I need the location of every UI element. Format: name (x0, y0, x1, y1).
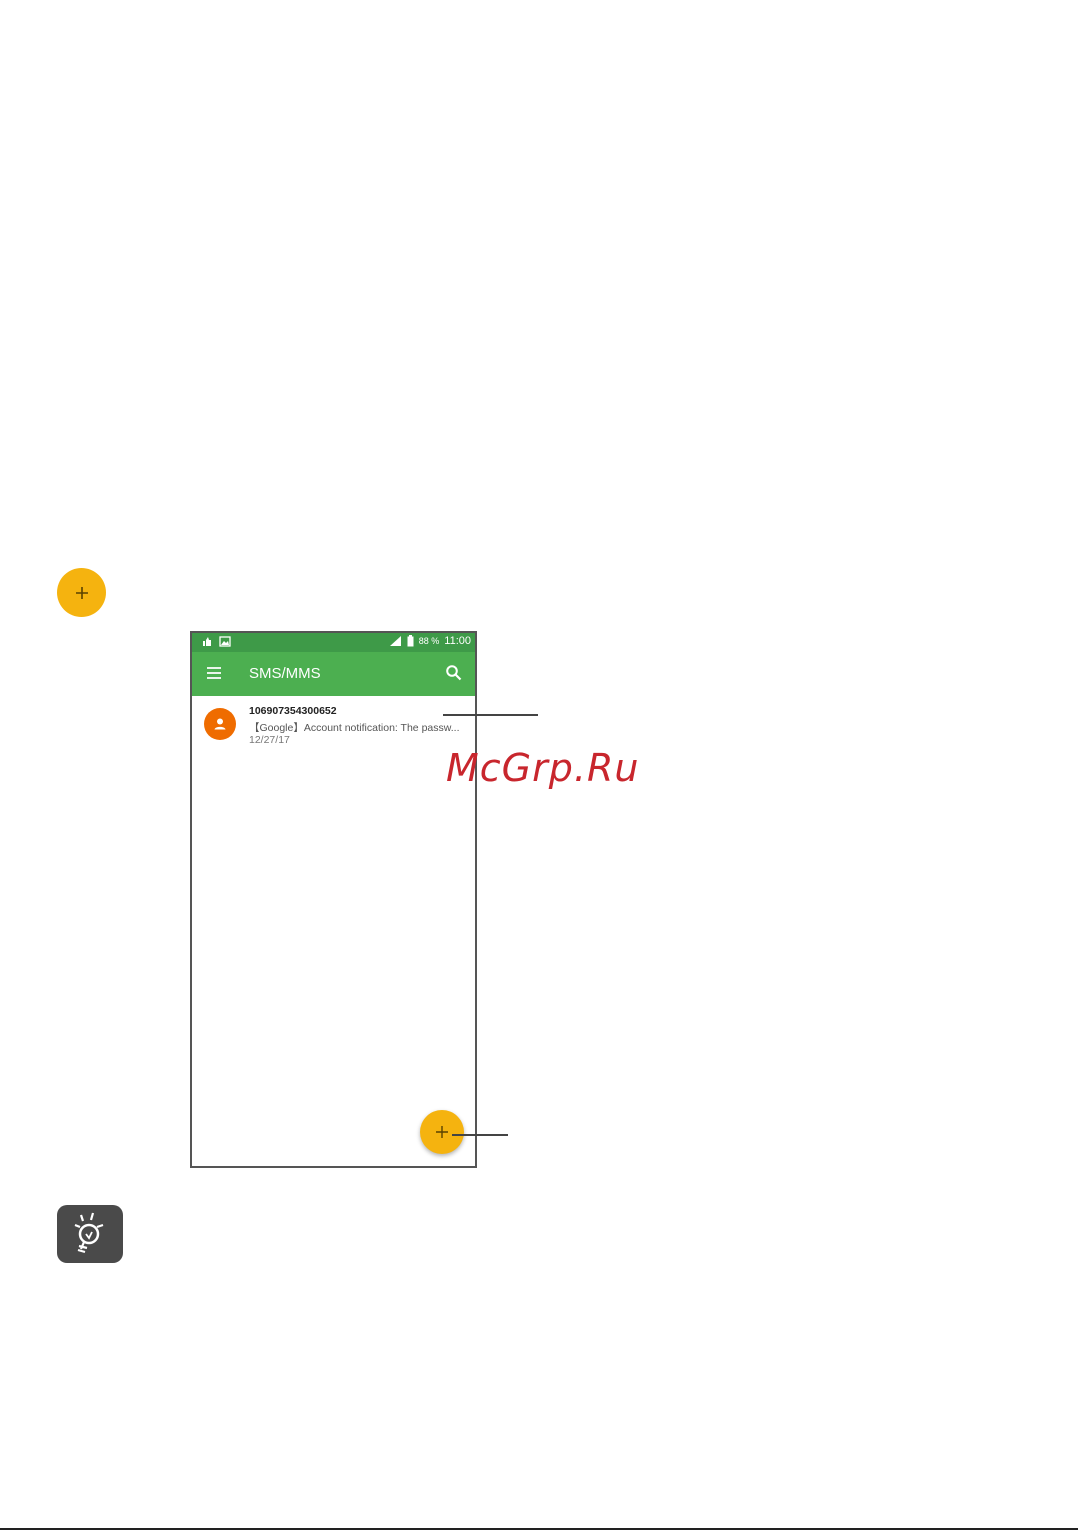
signal-icon (389, 636, 401, 646)
conversation-date: 12/27/17 (249, 734, 290, 746)
phone-screenshot: 88 % 11:00 SMS/MMS 106907354300652 【Goog… (190, 631, 477, 1168)
search-icon[interactable] (445, 664, 463, 682)
person-icon (214, 718, 226, 730)
app-title: SMS/MMS (249, 665, 321, 682)
app-toolbar: SMS/MMS (192, 652, 475, 696)
plus-icon (75, 586, 88, 599)
status-bar: 88 % 11:00 (192, 633, 475, 652)
notification-icon (203, 637, 211, 646)
hamburger-menu-icon[interactable] (206, 666, 222, 680)
contact-avatar (204, 708, 236, 740)
callout-line-compose (452, 1134, 508, 1136)
new-message-fab-icon (57, 568, 106, 617)
status-time: 11:00 (444, 635, 471, 647)
conversation-list-item[interactable]: 106907354300652 【Google】Account notifica… (192, 696, 475, 756)
conversation-sender: 106907354300652 (249, 705, 337, 717)
battery-percentage: 88 % (418, 636, 440, 646)
lightbulb-tip-icon (57, 1205, 123, 1263)
image-notification-icon (219, 636, 231, 647)
battery-icon (407, 635, 414, 647)
lightbulb-icon (74, 1212, 104, 1254)
footer-rule (0, 1528, 1078, 1530)
compose-message-button[interactable] (420, 1110, 464, 1154)
conversation-snippet: 【Google】Account notification: The passw.… (249, 722, 460, 734)
plus-icon (436, 1126, 448, 1138)
callout-line-conversation (443, 714, 538, 716)
watermark: McGrp.Ru (446, 746, 640, 790)
